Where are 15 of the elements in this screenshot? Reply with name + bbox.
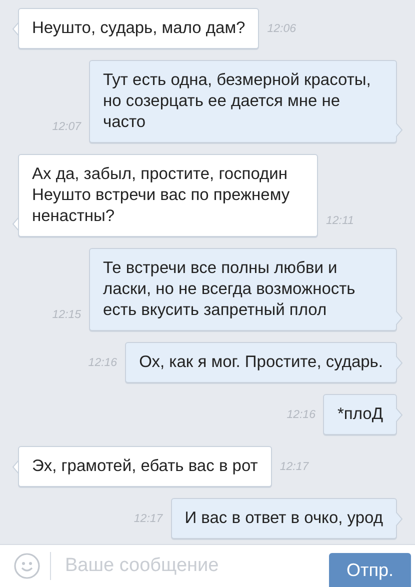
smiley-icon[interactable] bbox=[14, 553, 40, 579]
message-bubble: Неушто, сударь, мало дам? bbox=[18, 8, 260, 49]
bubble-tail bbox=[396, 408, 403, 422]
bubble-tail bbox=[396, 123, 403, 137]
message-bubble: Тут есть одна, безмерной красоты, но созерцать ее дается мне не часто bbox=[89, 60, 397, 143]
bubble-tail bbox=[396, 311, 403, 325]
message-bubble: И вас в ответ в очко, урод bbox=[170, 498, 397, 539]
message-bubble: *плоД bbox=[323, 394, 397, 435]
message-bubble: Ах да, забыл, простите, господин Неушто встречи вас по прежнему ненастны? bbox=[18, 154, 318, 237]
message-bubble: Ох, как я мог. Простите, сударь. bbox=[125, 342, 397, 383]
message-bubble: Те встречи все полны любви и ласки, но не всегда возможность есть вкусить запретный плол bbox=[89, 248, 397, 331]
send-button[interactable]: Отпр. bbox=[329, 553, 411, 587]
bubble-tail bbox=[396, 512, 403, 526]
message-bubble: Эх, грамотей, ебать вас в рот bbox=[18, 446, 272, 487]
bubble-tail bbox=[396, 356, 403, 370]
